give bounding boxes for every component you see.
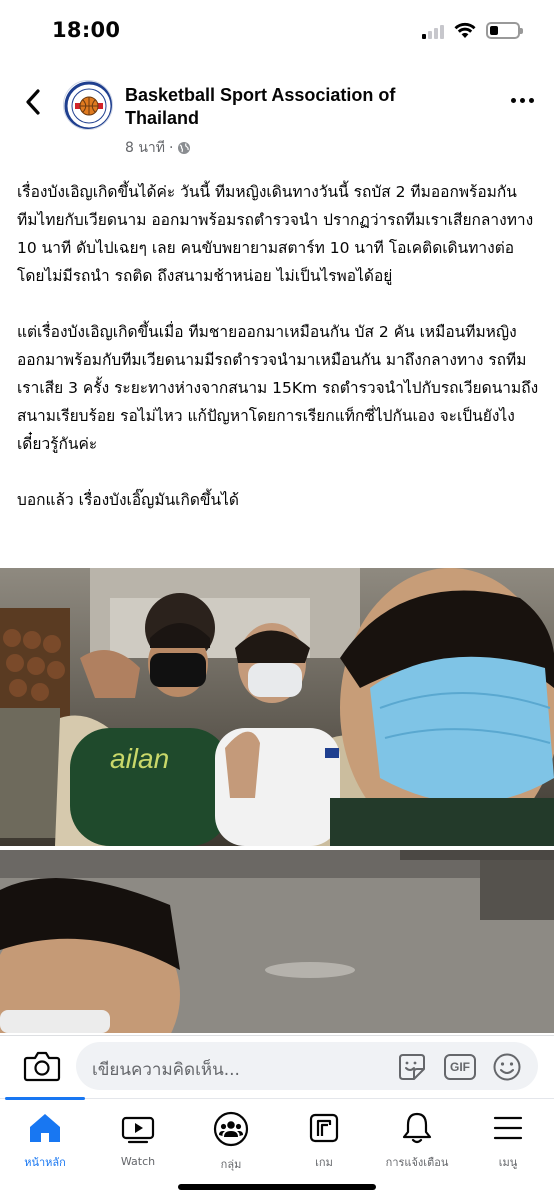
nav-label-menu: เมนู [498,1156,518,1169]
nav-label-gaming: เกม [315,1156,333,1169]
svg-text:ailan: ailan [110,743,169,774]
nav-item-notifications[interactable]: การแจ้งเตือน [372,1111,462,1171]
camera-icon [23,1051,61,1082]
battery-icon [486,22,523,39]
globe-icon [178,142,191,154]
post-paragraph: บอกแล้ว เรื่องบังเอิ๊ญมันเกิดขึ้นได้ [17,491,239,509]
comment-placeholder: เขียนความคิดเห็น... [92,1060,240,1080]
taxi-selfie-image: ailan [0,568,554,846]
taxi-interior-image [0,850,554,1033]
page-avatar[interactable] [63,80,113,130]
post-text: เรื่องบังเอิญเกิดขึ้นได้ค่ะ วันนี้ ทีมหญ… [17,178,541,542]
sticker-button[interactable] [396,1052,428,1082]
back-button[interactable] [18,84,48,120]
nav-item-menu[interactable]: เมนู [463,1111,553,1171]
post-paragraph: เรื่องบังเอิญเกิดขึ้นได้ค่ะ วันนี้ ทีมหญ… [17,183,534,285]
post-meta: 8 นาที · [125,137,191,159]
home-indicator [178,1184,376,1190]
bell-icon [402,1112,432,1144]
gif-button[interactable]: GIF [444,1054,476,1080]
more-dot-icon [511,98,516,103]
post-paragraph: แต่เรื่องบังเอิญเกิดขึ้นเมื่อ ทีมชายออกม… [17,323,539,453]
groups-icon [213,1111,249,1147]
comment-bar: เขียนความคิดเห็น... GIF [0,1035,554,1097]
cellular-signal-icon [422,23,444,39]
comment-input[interactable]: เขียนความคิดเห็น... GIF [76,1042,538,1090]
post-photo-1[interactable]: ailan [0,568,554,846]
nav-item-groups[interactable]: กลุ่ม [186,1111,276,1171]
gaming-icon [309,1113,339,1143]
menu-icon [493,1116,523,1140]
nav-label-notifications: การแจ้งเตือน [385,1156,449,1169]
emoji-button[interactable] [492,1052,522,1082]
home-icon [30,1114,60,1142]
status-time: 18:00 [52,18,121,42]
meta-separator: · [169,140,174,156]
post-photo-2[interactable] [0,850,554,1033]
post-header: Basketball Sport Association of Thailand… [0,70,554,165]
more-options-button[interactable] [511,98,534,103]
nav-label-groups: กลุ่ม [220,1158,242,1171]
nav-label-watch: Watch [120,1155,156,1168]
sticker-icon [399,1054,425,1080]
page-name[interactable]: Basketball Sport Association of Thailand [125,84,455,130]
more-dot-icon [529,98,534,103]
chevron-left-icon [26,89,40,115]
status-bar: 18:00 [0,0,554,62]
more-dot-icon [520,98,525,103]
nav-item-home[interactable]: หน้าหลัก [0,1111,90,1171]
watch-icon [121,1116,155,1144]
wifi-icon [454,22,476,38]
nav-label-home: หน้าหลัก [24,1156,66,1169]
status-icons [422,22,523,39]
association-logo-icon [64,81,112,129]
nav-active-indicator [5,1097,85,1100]
post-timestamp[interactable]: 8 นาที [125,137,165,159]
nav-item-watch[interactable]: Watch [93,1111,183,1171]
nav-item-gaming[interactable]: เกม [279,1111,369,1171]
emoji-icon [493,1053,521,1081]
camera-button[interactable] [22,1048,62,1084]
